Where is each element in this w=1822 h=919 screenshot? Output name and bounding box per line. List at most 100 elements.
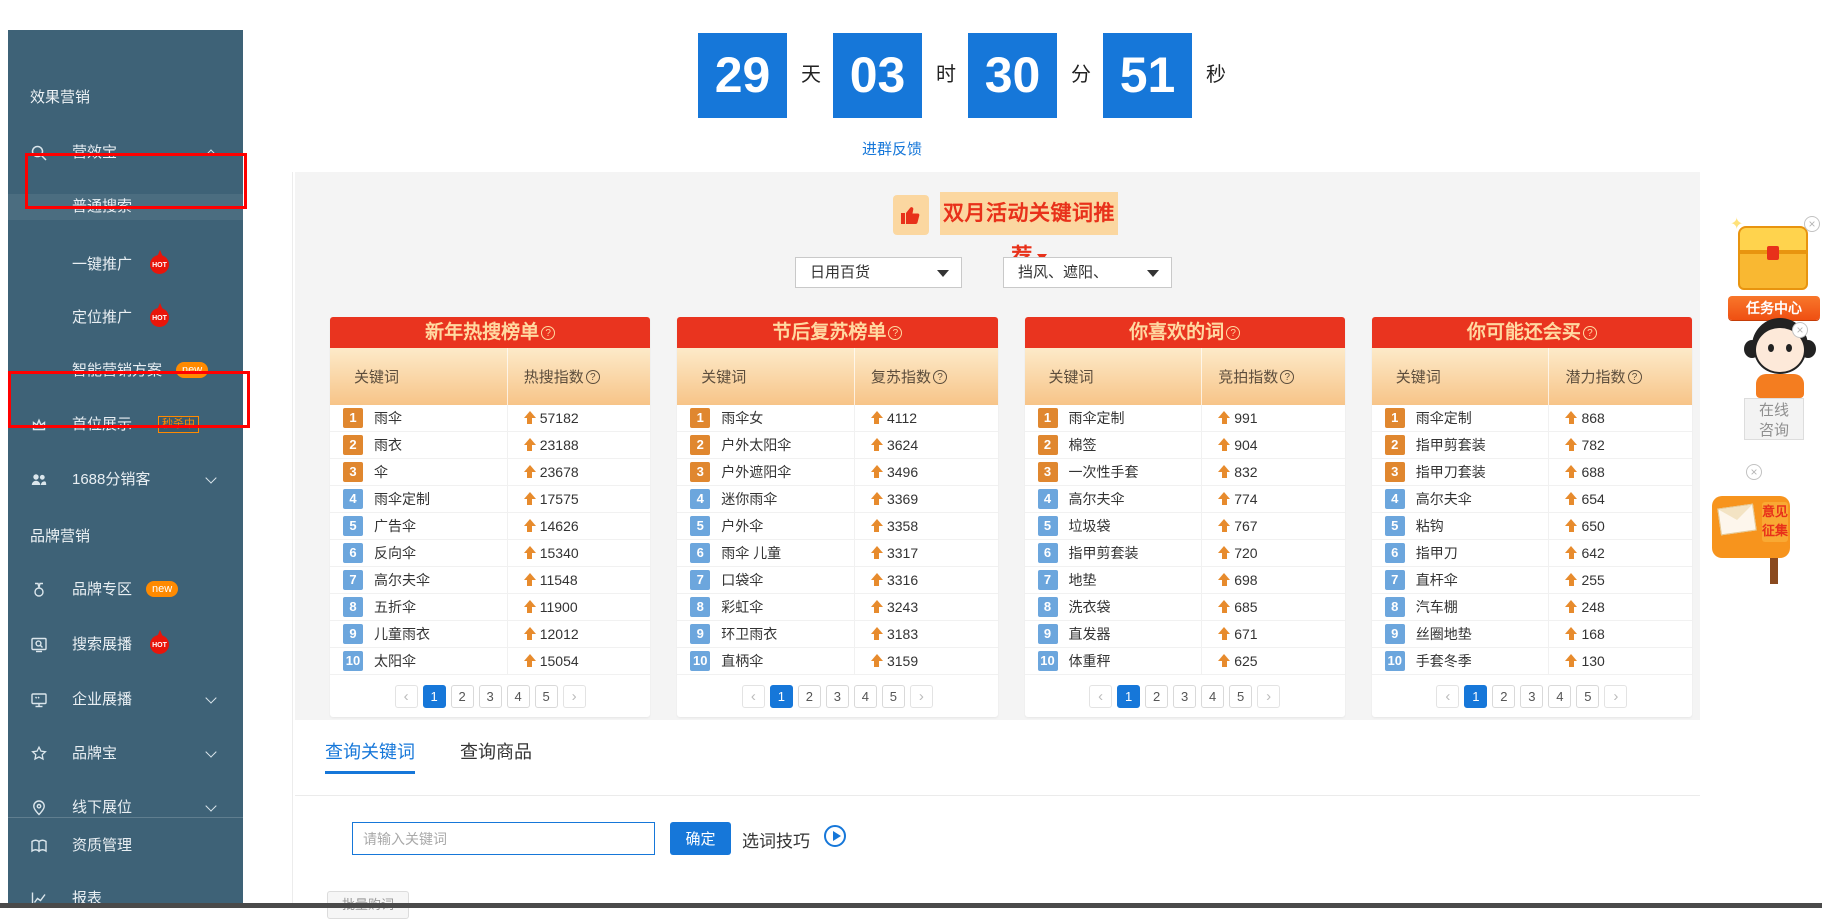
task-center-banner[interactable]: 任务中心 xyxy=(1728,296,1820,320)
pagination-page[interactable]: 2 xyxy=(1145,685,1168,708)
help-icon[interactable]: ? xyxy=(1583,326,1597,340)
pagination-page[interactable]: 3 xyxy=(1173,685,1196,708)
pagination-page[interactable]: 2 xyxy=(451,685,474,708)
pagination-page[interactable]: 4 xyxy=(507,685,530,708)
play-video-icon[interactable] xyxy=(824,825,846,847)
pagination-prev[interactable]: ‹ xyxy=(742,685,765,708)
pagination-page[interactable]: 1 xyxy=(423,685,446,708)
keyword-cell[interactable]: 6 指甲刀 xyxy=(1372,540,1550,566)
sidebar-item-pinpaibao[interactable]: 品牌宝 xyxy=(8,741,243,767)
sidebar-item-1688-fenxiaoke[interactable]: 1688分销客 xyxy=(8,467,243,493)
keyword-cell[interactable]: 6 反向伞 xyxy=(330,540,508,566)
sidebar-item-dingwei-tuiguang[interactable]: 定位推广 HOT xyxy=(8,305,243,331)
keyword-cell[interactable]: 10 手套冬季 xyxy=(1372,648,1550,674)
pagination-page[interactable]: 1 xyxy=(1117,685,1140,708)
online-consult-button[interactable]: 在线 咨询 xyxy=(1744,398,1804,440)
close-icon[interactable] xyxy=(1746,464,1762,480)
keyword-cell[interactable]: 10 体重秤 xyxy=(1025,648,1203,674)
keyword-search-input[interactable] xyxy=(352,822,655,855)
help-icon[interactable]: ? xyxy=(1280,370,1294,384)
keyword-cell[interactable]: 2 指甲剪套装 xyxy=(1372,432,1550,458)
sidebar-item-sousuo-zhanbo[interactable]: 搜索展播 HOT xyxy=(8,632,243,658)
keyword-cell[interactable]: 10 直柄伞 xyxy=(677,648,855,674)
sidebar-item-baobiao[interactable]: 报表 xyxy=(8,886,243,912)
keyword-cell[interactable]: 7 直杆伞 xyxy=(1372,567,1550,593)
keyword-cell[interactable]: 1 雨伞 xyxy=(330,405,508,431)
word-tips-link[interactable]: 选词技巧 xyxy=(742,827,810,852)
keyword-cell[interactable]: 3 一次性手套 xyxy=(1025,459,1203,485)
keyword-cell[interactable]: 3 伞 xyxy=(330,459,508,485)
keyword-cell[interactable]: 8 彩虹伞 xyxy=(677,594,855,620)
keyword-cell[interactable]: 5 粘钩 xyxy=(1372,513,1550,539)
help-icon[interactable]: ? xyxy=(541,326,555,340)
keyword-cell[interactable]: 9 丝圈地垫 xyxy=(1372,621,1550,647)
keyword-cell[interactable]: 5 垃圾袋 xyxy=(1025,513,1203,539)
keyword-cell[interactable]: 7 口袋伞 xyxy=(677,567,855,593)
help-icon[interactable]: ? xyxy=(888,326,902,340)
pagination-prev[interactable]: ‹ xyxy=(1089,685,1112,708)
keyword-cell[interactable]: 4 雨伞定制 xyxy=(330,486,508,512)
close-icon[interactable] xyxy=(1804,216,1820,232)
category-dropdown[interactable]: 日用百货 xyxy=(795,257,962,288)
pagination-prev[interactable]: ‹ xyxy=(395,685,418,708)
keyword-cell[interactable]: 5 广告伞 xyxy=(330,513,508,539)
keyword-cell[interactable]: 2 户外太阳伞 xyxy=(677,432,855,458)
sidebar-item-zizhi-guanli[interactable]: 资质管理 xyxy=(8,833,243,859)
help-icon[interactable]: ? xyxy=(1628,370,1642,384)
keyword-cell[interactable]: 8 汽车棚 xyxy=(1372,594,1550,620)
keyword-cell[interactable]: 1 雨伞定制 xyxy=(1372,405,1550,431)
suggestion-mailbox[interactable]: 意见 征集 xyxy=(1712,486,1796,586)
keyword-cell[interactable]: 1 雨伞定制 xyxy=(1025,405,1203,431)
keyword-cell[interactable]: 5 户外伞 xyxy=(677,513,855,539)
keyword-cell[interactable]: 2 雨衣 xyxy=(330,432,508,458)
keyword-cell[interactable]: 9 儿童雨衣 xyxy=(330,621,508,647)
confirm-button[interactable]: 确定 xyxy=(670,822,731,855)
subcategory-dropdown[interactable]: 挡风、遮阳、 xyxy=(1003,257,1172,288)
treasure-chest-icon[interactable]: ✦ xyxy=(1736,220,1810,294)
tab-query-product[interactable]: 查询商品 xyxy=(460,738,532,764)
pagination-page[interactable]: 3 xyxy=(1520,685,1543,708)
keyword-cell[interactable]: 8 五折伞 xyxy=(330,594,508,620)
pagination-next[interactable]: › xyxy=(1604,685,1627,708)
keyword-cell[interactable]: 1 雨伞女 xyxy=(677,405,855,431)
pagination-page[interactable]: 5 xyxy=(1229,685,1252,708)
keyword-cell[interactable]: 2 棉签 xyxy=(1025,432,1203,458)
pagination-prev[interactable]: ‹ xyxy=(1436,685,1459,708)
keyword-cell[interactable]: 8 洗衣袋 xyxy=(1025,594,1203,620)
pagination-page[interactable]: 5 xyxy=(1576,685,1599,708)
keyword-cell[interactable]: 3 指甲刀套装 xyxy=(1372,459,1550,485)
keyword-cell[interactable]: 7 地垫 xyxy=(1025,567,1203,593)
pagination-page[interactable]: 2 xyxy=(798,685,821,708)
pagination-page[interactable]: 3 xyxy=(826,685,849,708)
pagination-page[interactable]: 1 xyxy=(770,685,793,708)
help-icon[interactable]: ? xyxy=(933,370,947,384)
keyword-cell[interactable]: 6 雨伞 儿童 xyxy=(677,540,855,566)
sidebar-item-yijian-tuiguang[interactable]: 一键推广 HOT xyxy=(8,252,243,278)
pagination-next[interactable]: › xyxy=(910,685,933,708)
pagination-page[interactable]: 5 xyxy=(882,685,905,708)
tab-query-keyword[interactable]: 查询关键词 xyxy=(325,738,415,764)
pagination-page[interactable]: 4 xyxy=(1548,685,1571,708)
close-icon[interactable] xyxy=(1792,322,1808,338)
pagination-page[interactable]: 2 xyxy=(1492,685,1515,708)
pagination-page[interactable]: 4 xyxy=(854,685,877,708)
keyword-cell[interactable]: 9 直发器 xyxy=(1025,621,1203,647)
keyword-cell[interactable]: 7 高尔夫伞 xyxy=(330,567,508,593)
sidebar-item-pinpai-zhuanqu[interactable]: 品牌专区 new xyxy=(8,577,243,603)
help-icon[interactable]: ? xyxy=(586,370,600,384)
pagination-page[interactable]: 3 xyxy=(479,685,502,708)
help-icon[interactable]: ? xyxy=(1226,326,1240,340)
pagination-page[interactable]: 4 xyxy=(1201,685,1224,708)
sidebar-item-qiye-zhanbo[interactable]: 企业展播 xyxy=(8,687,243,713)
keyword-cell[interactable]: 9 环卫雨衣 xyxy=(677,621,855,647)
keyword-cell[interactable]: 10 太阳伞 xyxy=(330,648,508,674)
keyword-cell[interactable]: 4 迷你雨伞 xyxy=(677,486,855,512)
pagination-next[interactable]: › xyxy=(563,685,586,708)
pagination-page[interactable]: 1 xyxy=(1464,685,1487,708)
keyword-cell[interactable]: 4 高尔夫伞 xyxy=(1025,486,1203,512)
promo-title-banner[interactable]: 双月活动关键词推荐 xyxy=(940,192,1118,235)
keyword-cell[interactable]: 3 户外遮阳伞 xyxy=(677,459,855,485)
group-feedback-link[interactable]: 进群反馈 xyxy=(862,138,922,159)
keyword-cell[interactable]: 4 高尔夫伞 xyxy=(1372,486,1550,512)
pagination-page[interactable]: 5 xyxy=(535,685,558,708)
